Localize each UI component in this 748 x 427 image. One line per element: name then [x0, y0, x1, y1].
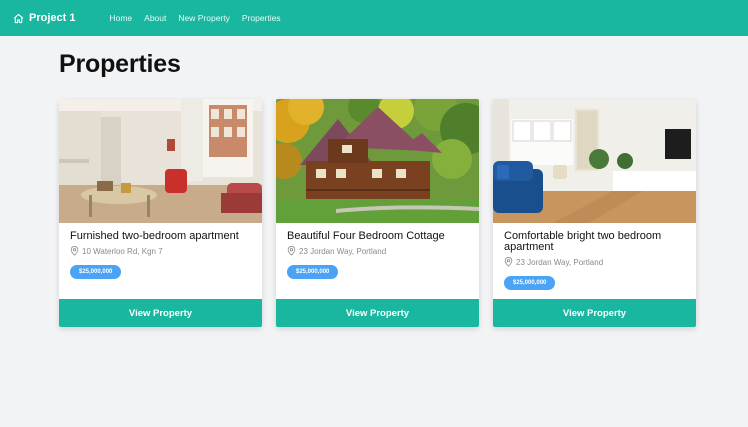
property-location: 23 Jordan Way, Portland: [504, 257, 685, 267]
price-badge: $25,000,000: [70, 265, 122, 279]
home-icon: [13, 13, 24, 23]
property-title[interactable]: Beautiful Four Bedroom Cottage: [287, 231, 468, 242]
nav-link-about[interactable]: About: [144, 13, 166, 23]
property-title[interactable]: Comfortable bright two bedroom apartment: [504, 231, 685, 253]
nav-link-new-property[interactable]: New Property: [178, 13, 230, 23]
bright-living-room-photo[interactable]: [493, 99, 696, 223]
map-pin-icon: [287, 246, 296, 256]
brand-link[interactable]: Project 1: [13, 12, 75, 24]
location-text: 23 Jordan Way, Portland: [299, 246, 387, 256]
navbar: Project 1 Home About New Property Proper…: [0, 0, 748, 36]
property-card: Furnished two-bedroom apartment 10 Water…: [59, 99, 262, 327]
property-location: 10 Waterloo Rd, Kgn 7: [70, 246, 251, 256]
property-list: Furnished two-bedroom apartment 10 Water…: [59, 99, 696, 327]
nav-link-home[interactable]: Home: [109, 13, 132, 23]
property-card: Comfortable bright two bedroom apartment…: [493, 99, 696, 327]
card-body: Beautiful Four Bedroom Cottage 23 Jordan…: [276, 223, 479, 279]
card-body: Furnished two-bedroom apartment 10 Water…: [59, 223, 262, 279]
card-body: Comfortable bright two bedroom apartment…: [493, 223, 696, 290]
log-cottage-photo[interactable]: [276, 99, 479, 223]
location-text: 10 Waterloo Rd, Kgn 7: [82, 246, 163, 256]
price-badge: $25,000,000: [504, 276, 556, 290]
property-card: Beautiful Four Bedroom Cottage 23 Jordan…: [276, 99, 479, 327]
page-title: Properties: [59, 50, 181, 78]
property-title[interactable]: Furnished two-bedroom apartment: [70, 231, 251, 242]
property-location: 23 Jordan Way, Portland: [287, 246, 468, 256]
map-pin-icon: [70, 246, 79, 256]
nav-links: Home About New Property Properties: [109, 13, 280, 23]
brand-name: Project 1: [29, 12, 76, 24]
living-room-photo[interactable]: [59, 99, 262, 223]
price-badge: $25,000,000: [287, 265, 339, 279]
view-property-button[interactable]: View Property: [276, 299, 479, 327]
view-property-button[interactable]: View Property: [493, 299, 696, 327]
view-property-button[interactable]: View Property: [59, 299, 262, 327]
location-text: 23 Jordan Way, Portland: [516, 257, 604, 267]
nav-link-properties[interactable]: Properties: [242, 13, 281, 23]
map-pin-icon: [504, 257, 513, 267]
